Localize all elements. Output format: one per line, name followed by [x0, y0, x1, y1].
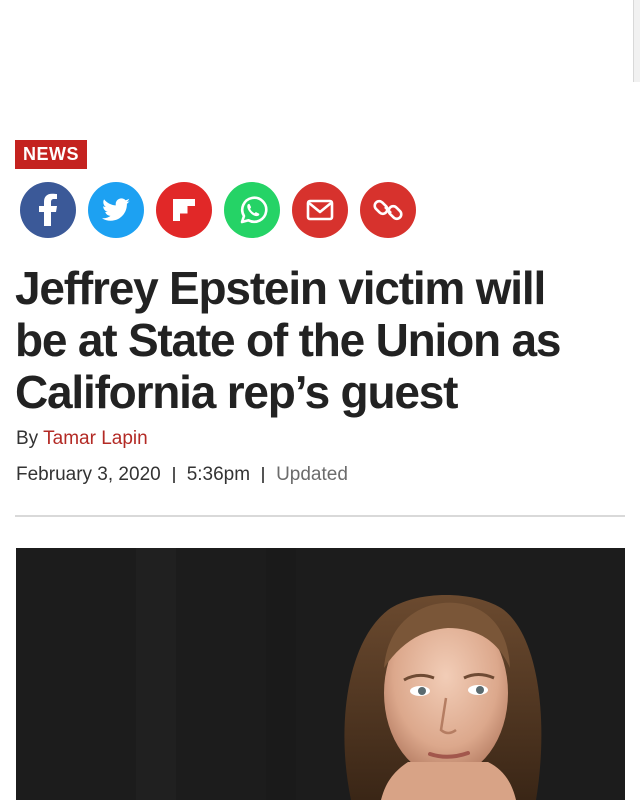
email-icon	[306, 199, 334, 221]
share-email-button[interactable]	[292, 182, 348, 238]
flipboard-icon	[173, 199, 195, 221]
publish-time: 5:36pm	[186, 464, 251, 485]
byline: By Tamar Lapin	[16, 428, 148, 450]
meta-separator	[262, 467, 265, 483]
woman-portrait-image	[16, 548, 625, 800]
headline-line: Jeffrey Epstein victim will	[15, 262, 546, 314]
headline-line: California rep’s guest	[15, 366, 458, 418]
facebook-icon	[39, 193, 57, 226]
share-twitter-button[interactable]	[88, 182, 144, 238]
copy-link-button[interactable]	[360, 182, 416, 238]
section-badge[interactable]: NEWS	[15, 140, 87, 169]
publish-date: February 3, 2020	[16, 464, 161, 485]
share-flipboard-button[interactable]	[156, 182, 212, 238]
share-bar	[20, 182, 416, 238]
headline-line: be at State of the Union as	[15, 314, 561, 366]
publish-meta: February 3, 2020 5:36pm Updated	[16, 464, 348, 486]
twitter-icon	[102, 198, 130, 221]
divider	[15, 515, 625, 517]
share-facebook-button[interactable]	[20, 182, 76, 238]
updated-label[interactable]: Updated	[276, 464, 348, 486]
whatsapp-icon	[240, 196, 268, 224]
share-whatsapp-button[interactable]	[224, 182, 280, 238]
byline-prefix: By	[16, 428, 39, 449]
scrollbar[interactable]	[633, 0, 640, 82]
article-photo[interactable]	[16, 548, 625, 800]
article-headline: Jeffrey Epstein victim will be at State …	[15, 262, 625, 418]
author-link[interactable]: Tamar Lapin	[43, 428, 148, 449]
link-icon	[373, 199, 403, 221]
meta-separator	[172, 467, 175, 483]
